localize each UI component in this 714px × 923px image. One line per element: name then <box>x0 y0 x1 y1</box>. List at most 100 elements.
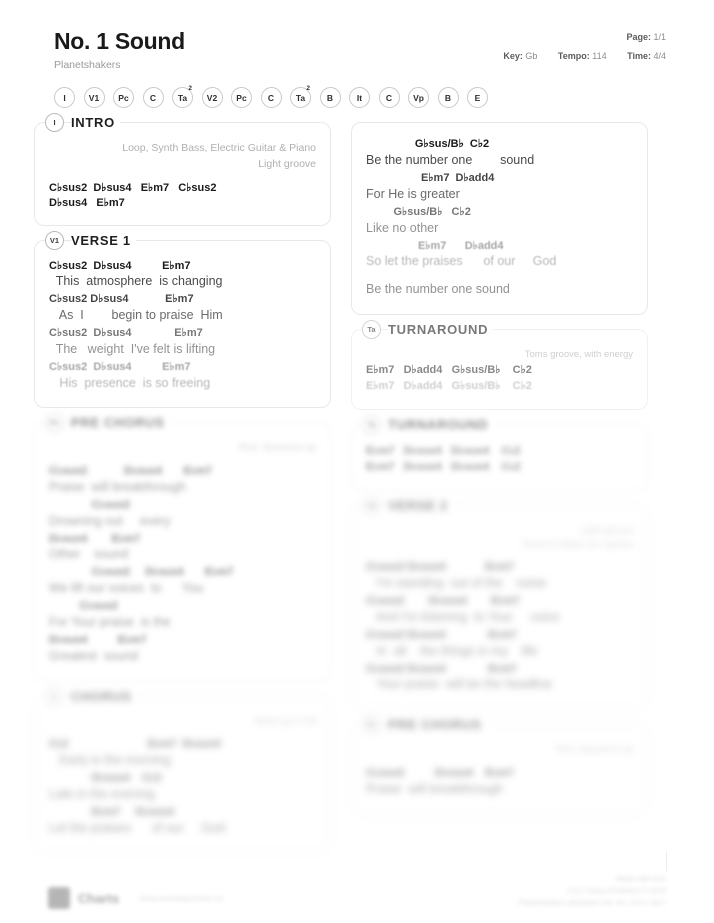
chord-line: E♭m7 D♭add4 <box>366 172 495 185</box>
column-divider <box>666 851 667 871</box>
lyric-line: Be the number one sound <box>366 282 510 297</box>
chord-line: C♭2 E♭m7 D♭sus4 <box>49 738 221 751</box>
copyright-line-1: Made with love <box>615 874 666 883</box>
chord-line: D♭sus4 E♭m7 <box>49 532 141 545</box>
section-chip-c-3[interactable]: C <box>142 87 164 109</box>
section-title-chorus-left: CHORUS <box>71 688 137 704</box>
lyric-line: For He is greater <box>366 187 460 201</box>
section-chip-it-10[interactable]: It <box>349 87 370 109</box>
brand-url: www.worshipcharts.co <box>139 893 224 903</box>
section-title-pre-chorus-left: PRE CHORUS <box>71 415 170 431</box>
section-note-chorus-left: Band up in full <box>255 715 316 727</box>
section-card-pre-chorus-right[interactable]: Pc PRE CHORUS Kick, dynamics up C♭sus2 D… <box>351 715 648 815</box>
time-value: 4/4 <box>653 51 666 61</box>
lyric-line: This atmosphere is changing <box>49 274 223 289</box>
lyric-pair: C♭sus2 For Your praise is the <box>49 599 316 631</box>
lyric-pair: C♭sus2 D♭sus4 E♭m7 This atmosphere is ch… <box>49 259 316 291</box>
section-chip-v2-5[interactable]: V2 <box>201 87 223 109</box>
chord-line: C♭sus2 D♭sus4 E♭m7 <box>366 561 514 574</box>
lyric-line: Late in the evening <box>49 786 155 801</box>
tempo-meta: Tempo: 114 <box>558 51 607 61</box>
section-header-turnaround: Ta TURNAROUND <box>362 320 633 340</box>
chord-line: C♭sus2 D♭sus4 E♭m7 <box>366 595 520 608</box>
lyric-line: Be the number one sound <box>366 153 535 168</box>
section-chip-pc-6[interactable]: Pc <box>231 87 252 109</box>
section-chip-b-13[interactable]: B <box>437 87 459 109</box>
lyric-pair: E♭m7 D♭add4 For He is greater <box>366 171 633 203</box>
lyric-pair: C♭sus2 D♭sus4 E♭m7 In all the things in … <box>366 628 633 660</box>
chord-line: C♭sus2 D♭sus4 E♭m7 <box>49 566 234 579</box>
section-rule <box>459 504 633 506</box>
section-chip-row: I V1 Pc C Ta 2 V2 Pc C Ta 2 B It C Vp B E <box>0 71 714 109</box>
section-card-chorus-left[interactable]: C CHORUS Band up in full C♭2 E♭m7 D♭sus4… <box>34 686 331 854</box>
lyric-line: I'm standing out of the noise <box>366 576 547 591</box>
lyric-pair: E♭m7 D♭sus4 Let the praises of our God <box>49 805 316 837</box>
lyric-pair: G♭sus/B♭ C♭2 Like no other <box>366 205 633 237</box>
lyric-line: Praise will breakthrough <box>366 781 503 796</box>
section-card-turnaround[interactable]: Ta TURNAROUND Toms groove, with energy E… <box>351 320 648 410</box>
section-header-pre-chorus-right: Pc PRE CHORUS <box>362 715 633 735</box>
chord-line: D♭sus4 E♭m7 <box>49 196 125 209</box>
lyric-pair: D♭sus4 C♭2 Late in the evening <box>49 771 316 803</box>
lyric-line: Your praise will be the headline <box>366 677 553 692</box>
lyric-line: Praise will breakthrough <box>49 480 186 495</box>
lyric-pair: C♭sus2 D♭sus4 E♭m7 Your praise will be t… <box>366 662 633 694</box>
chord-line: C♭sus2 D♭sus4 E♭m7 <box>49 360 191 373</box>
section-card-verse2[interactable]: V2 VERSE 2 Light groove Drums & Bass out… <box>351 495 648 711</box>
lyric-line: In all the things in my life <box>366 643 538 658</box>
section-rule <box>143 695 316 697</box>
chord-line: C♭sus2 <box>49 498 130 511</box>
chart-page: No. 1 Sound Planetshakers Page: 1/1 Key:… <box>0 0 714 923</box>
section-card-intro[interactable]: I INTRO Loop, Synth Bass, Electric Guita… <box>34 113 331 226</box>
lyric-block-pre-chorus-right: C♭sus2 D♭sus4 E♭m7 Praise will breakthrou… <box>366 766 633 798</box>
key-value: Gb <box>525 51 538 61</box>
section-badge-chorus-left: C <box>45 686 64 706</box>
lyric-line: So let the praises of our God <box>366 254 557 269</box>
right-column: G♭sus/B♭ C♭2 Be the number one sound E♭m7… <box>351 122 648 867</box>
section-card-chorus-continuation[interactable]: G♭sus/B♭ C♭2 Be the number one sound E♭m7… <box>351 122 648 316</box>
key-label: Key: <box>503 51 523 61</box>
section-chip-c-7[interactable]: C <box>260 87 282 109</box>
section-chip-b-9[interactable]: B <box>319 87 341 109</box>
section-title-pre-chorus-right: PRE CHORUS <box>388 717 487 733</box>
chord-line: E♭m7 D♭sus4 D♭sus4 C♭2 <box>366 444 521 457</box>
song-metadata: Page: 1/1 Key: Gb Tempo: 114 Time: 4/4 <box>503 32 666 61</box>
section-card-turnaround-2[interactable]: Ta TURNAROUND E♭m7 D♭sus4 D♭sus4 C♭2 E♭m… <box>351 414 648 491</box>
section-chip-c-11[interactable]: C <box>378 87 400 109</box>
lyric-line: As I begin to praise Him <box>49 308 223 323</box>
section-note-pre-chorus-left: Kick, dynamics up <box>239 442 316 454</box>
section-chip-vp-12[interactable]: Vp <box>408 87 429 109</box>
lyric-pair: C♭sus2 D♭sus4 E♭m7 And I'm listening to … <box>366 594 633 626</box>
lyric-pair: C♭sus2 Drowning out every <box>49 498 316 530</box>
copyright-line-3: Planetshakers Ministries Intl. Inc. CCLI… <box>518 898 666 907</box>
time-label: Time: <box>627 51 651 61</box>
section-note-verse2-2: Drums & Bass out, sparse <box>522 538 633 550</box>
chip-superscript: 2 <box>306 85 310 93</box>
section-card-verse1[interactable]: V1 VERSE 1 C♭sus2 D♭sus4 E♭m7 This atmos… <box>34 230 331 409</box>
section-rule <box>142 239 316 241</box>
lyric-line: We lift our voices to You <box>49 581 204 596</box>
copyright-block: Made with love CCLI Song #7065432 © 2016… <box>518 873 666 909</box>
section-title-turnaround: TURNAROUND <box>388 322 494 338</box>
app-logo-icon <box>48 887 70 909</box>
lyric-pair: C♭sus2 D♭sus4 E♭m7 The weight I've felt … <box>49 326 316 358</box>
page-indicator: Page: 1/1 <box>503 32 666 42</box>
section-header-chorus-left: C CHORUS <box>45 686 316 706</box>
section-chip-v1-1[interactable]: V1 <box>83 87 105 109</box>
section-chip-ta-4[interactable]: Ta 2 <box>172 85 193 109</box>
section-chip-e-14[interactable]: E <box>467 87 488 109</box>
copyright-line-2: CCLI Song #7065432 © 2016 <box>567 886 666 895</box>
section-chip-i-0[interactable]: I <box>54 87 75 109</box>
section-rule <box>126 122 316 124</box>
lyric-line: Greatest sound <box>49 648 138 663</box>
section-chip-pc-2[interactable]: Pc <box>113 87 134 109</box>
lyric-line: Early in the morning <box>49 753 171 768</box>
tempo-label: Tempo: <box>557 51 590 61</box>
lyric-line: Other sound <box>49 547 129 562</box>
section-note-pre-chorus-right: Kick, dynamics up <box>556 744 633 756</box>
section-card-pre-chorus-left[interactable]: Pc PRE CHORUS Kick, dynamics up C♭sus2 D… <box>34 413 331 682</box>
section-note-intro-2: Light groove <box>258 157 316 170</box>
section-chip-ta-8[interactable]: Ta 2 <box>290 85 311 109</box>
chord-line: C♭sus2 D♭sus4 E♭m7 <box>49 293 194 306</box>
lyric-pair: E♭m7 D♭add4 So let the praises of our God <box>366 239 633 271</box>
